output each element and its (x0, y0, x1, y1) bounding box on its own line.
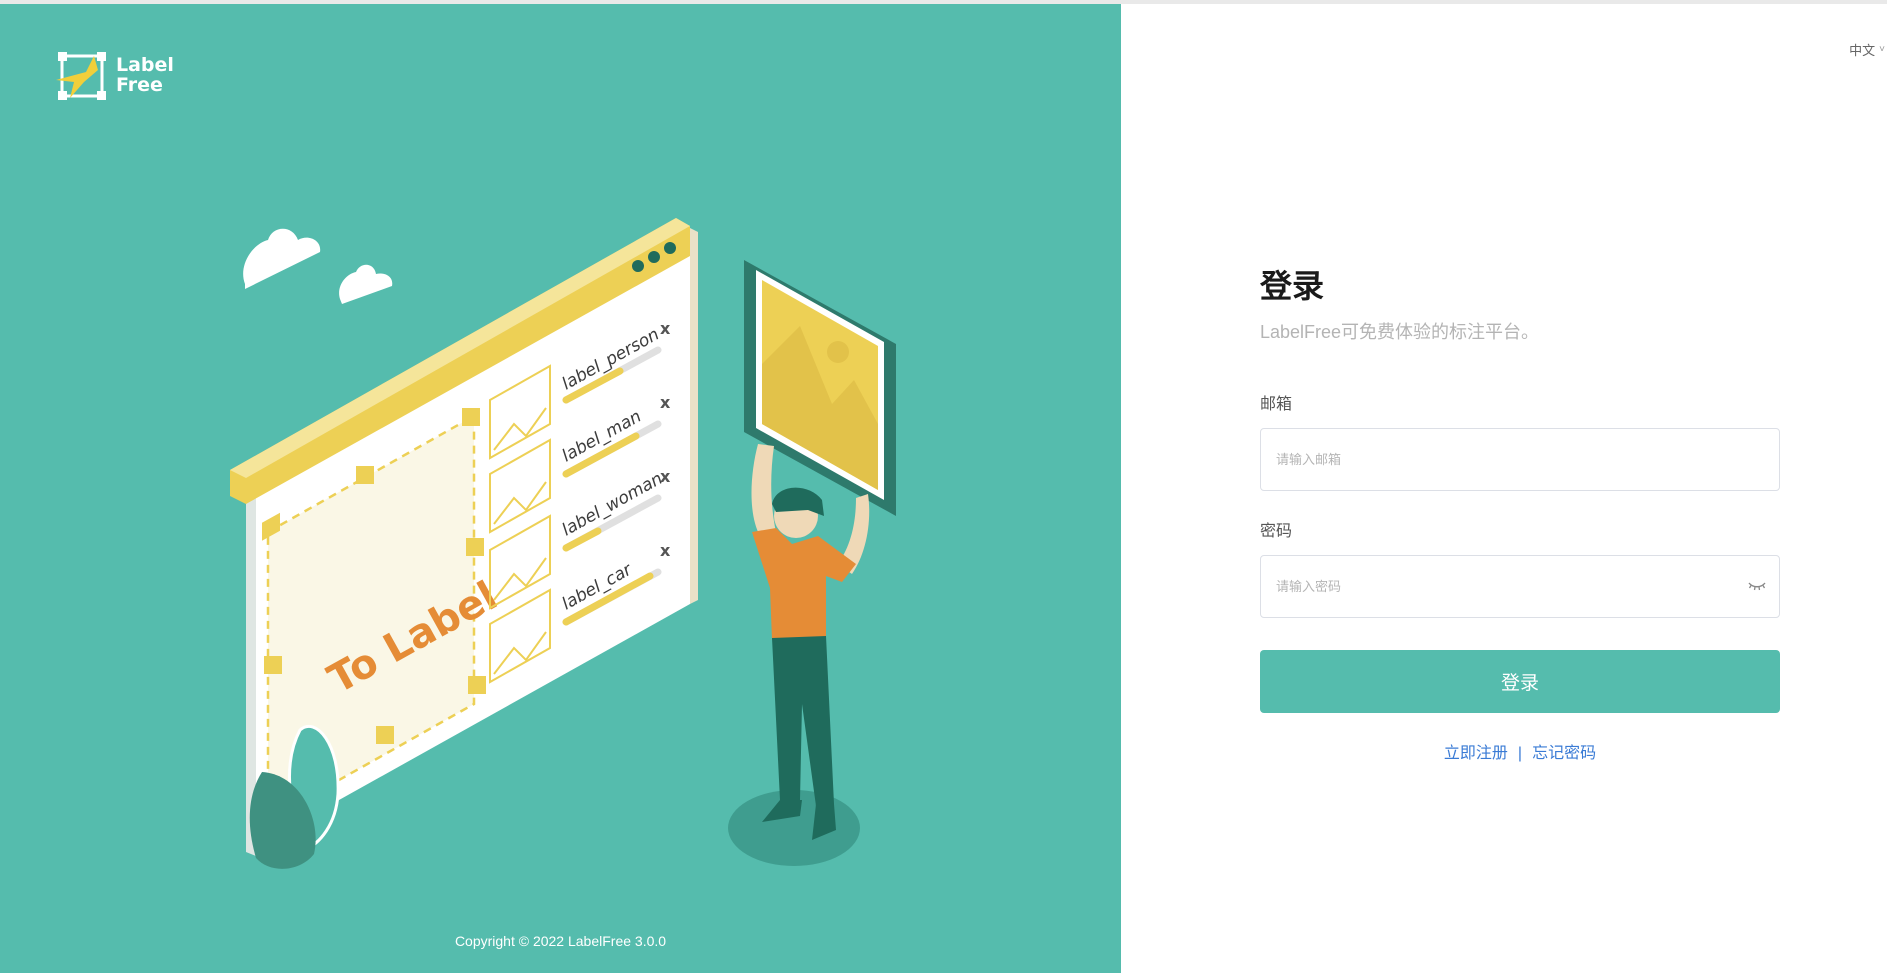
hero-panel: To Label label_person label_man label_wo… (0, 4, 1121, 973)
eye-closed-icon[interactable] (1747, 580, 1767, 592)
close-icon: x (660, 393, 671, 412)
login-form: 登录 LabelFree可免费体验的标注平台。 邮箱 密码 登录 立即注册 | 忘记… (1260, 266, 1780, 763)
email-field-wrapper (1260, 428, 1780, 491)
hero-illustration: To Label label_person label_man label_wo… (230, 218, 896, 869)
logo-text-line2: Free (116, 74, 163, 96)
page-subtitle: LabelFree可免费体验的标注平台。 (1260, 322, 1540, 342)
login-button[interactable]: 登录 (1260, 650, 1780, 713)
password-label: 密码 (1260, 523, 1293, 540)
close-icon: x (660, 319, 671, 338)
register-link[interactable]: 立即注册 (1444, 745, 1508, 762)
copyright-text: Copyright © 2022 LabelFree 3.0.0 (454, 933, 667, 949)
link-separator: | (1517, 745, 1523, 762)
logo-text-line1: Label (116, 54, 174, 76)
logo-icon (56, 52, 106, 100)
cloud-icon (243, 228, 393, 304)
language-label: 中文 (1849, 43, 1876, 58)
forgot-password-link[interactable]: 忘记密码 (1532, 745, 1596, 762)
email-label: 邮箱 (1260, 396, 1293, 413)
password-field[interactable] (1276, 556, 1779, 617)
email-field[interactable] (1276, 429, 1779, 490)
password-field-wrapper (1260, 555, 1780, 618)
auth-links: 立即注册 | 忘记密码 (1260, 739, 1780, 763)
close-icon: x (660, 541, 671, 560)
brand-logo: Label Free (56, 50, 196, 106)
language-switcher[interactable]: 中文 ˅ (1849, 40, 1887, 59)
login-panel: 中文 ˅ 登录 LabelFree可免费体验的标注平台。 邮箱 密码 登录 立即… (1121, 4, 1887, 973)
chevron-down-icon: ˅ (1879, 44, 1885, 55)
close-icon: x (660, 467, 671, 486)
page-title: 登录 (1260, 268, 1325, 304)
